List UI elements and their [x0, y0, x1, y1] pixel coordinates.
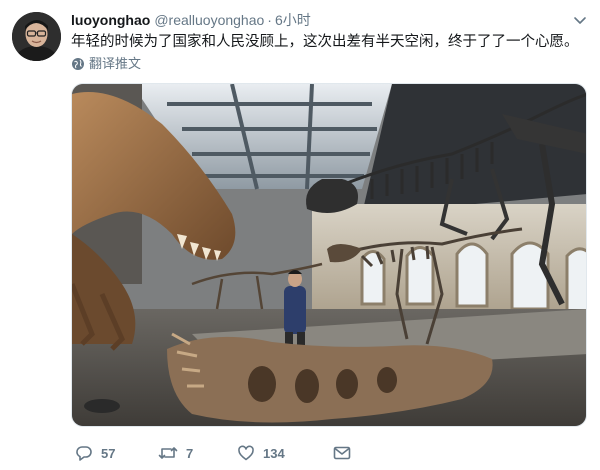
like-count: 134 — [263, 445, 285, 461]
user-handle[interactable]: @realluoyonghao — [154, 12, 264, 28]
translate-label: 翻译推文 — [89, 56, 142, 71]
tweet-time[interactable]: 6小时 — [275, 12, 311, 28]
retweet-count: 7 — [186, 445, 194, 461]
tweet-action-bar: 57 7 134 — [71, 443, 591, 463]
direct-message-button[interactable] — [333, 445, 351, 461]
display-name[interactable]: luoyonghao — [71, 12, 150, 28]
translate-tweet-link[interactable]: 翻译推文 — [71, 55, 141, 73]
tweet-text: 年轻的时候为了国家和人民没顾上，这次出差有半天空闲，终于了了一个心愿。 — [71, 34, 579, 50]
mail-icon — [333, 446, 351, 460]
avatar[interactable] — [12, 12, 61, 61]
dinosaur-museum-photo — [72, 84, 586, 426]
reply-count: 57 — [101, 445, 116, 461]
tweet-photo[interactable] — [71, 83, 587, 427]
heart-icon — [238, 445, 254, 461]
chevron-down-icon[interactable] — [572, 12, 588, 28]
tweet-header: luoyonghao @realluoyonghao · 6小时 — [71, 11, 311, 29]
globe-icon — [72, 58, 84, 70]
avatar-image — [12, 12, 61, 61]
retweet-button[interactable]: 7 — [158, 444, 193, 462]
like-button[interactable]: 134 — [237, 444, 285, 462]
reply-button[interactable]: 57 — [75, 444, 115, 462]
retweet-icon — [158, 447, 178, 459]
separator-dot: · — [267, 12, 272, 28]
reply-icon — [76, 446, 92, 461]
